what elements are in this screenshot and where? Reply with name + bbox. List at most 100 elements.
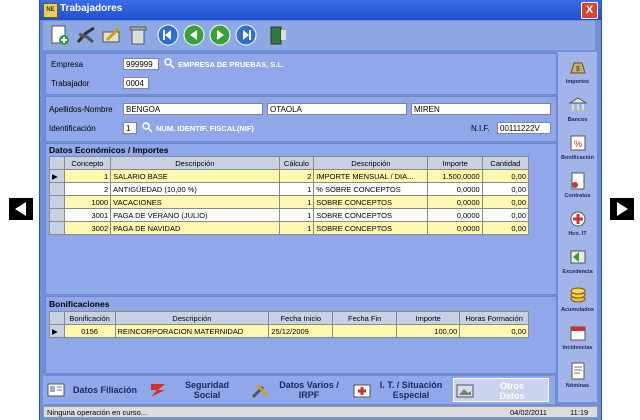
table-cell[interactable]: 0,00 [481, 221, 530, 235]
new-record-icon[interactable] [49, 24, 71, 46]
table-cell[interactable]: 1 [278, 195, 315, 209]
table-row[interactable]: ▶ 0156 REINCORPORACION MATERNIDAD 25/12/… [49, 324, 529, 338]
apellido1-input[interactable]: BENGOA [123, 103, 263, 115]
table-cell[interactable]: 0,00 [481, 195, 530, 209]
tab-it-situacion-especial[interactable]: I. T. / Situación Especial [351, 378, 449, 402]
sidebar-item-acumulados[interactable]: Acumulados [558, 286, 597, 313]
table-cell[interactable]: 1 [278, 208, 315, 222]
table-cell[interactable]: 0,0000 [427, 221, 483, 235]
identificacion-type-input[interactable]: 1 [123, 122, 137, 134]
next-page-arrow[interactable] [610, 198, 634, 220]
search-icon[interactable] [164, 58, 175, 69]
table-row[interactable]: 1000 VACACIONES 1 SOBRE CONCEPTOS 0,0000… [49, 195, 530, 209]
column-header[interactable]: Bonificación [63, 311, 116, 325]
tab-datos-filiacion[interactable]: Datos Filiación [45, 378, 143, 402]
table-cell[interactable]: 2 [278, 169, 315, 183]
nombre-input[interactable]: MIREN [411, 103, 551, 115]
tab-label: Especial [392, 390, 430, 400]
exit-door-icon[interactable] [267, 24, 289, 46]
table-row[interactable]: 2 ANTIGÜEDAD (10,00 %) 1 % SOBRE CONCEPT… [49, 182, 530, 196]
table-row[interactable]: 3001 PAGA DE VERANO (JULIO) 1 SOBRE CONC… [49, 208, 530, 222]
table-cell[interactable]: SOBRE CONCEPTOS [313, 195, 429, 209]
sidebar-item-importes[interactable]: $ Importes [558, 58, 597, 85]
tools-icon [251, 383, 269, 399]
table-cell[interactable]: SALARIO BASE [110, 169, 280, 183]
table-cell[interactable]: IMPORTE MENSUAL / DIA... [313, 169, 429, 183]
first-aid-icon [353, 384, 371, 398]
column-header[interactable]: Fecha Fin [332, 311, 397, 325]
table-cell[interactable] [332, 324, 397, 338]
table-cell[interactable]: 25/12/2009 [268, 324, 334, 338]
tab-datos-varios-irpf[interactable]: Datos Varios / IRPF [249, 378, 347, 402]
table-cell[interactable]: 1 [278, 182, 315, 196]
table-cell[interactable]: VACACIONES [110, 195, 280, 209]
column-header[interactable]: Concepto [63, 156, 112, 170]
empresa-code-input[interactable]: 999999 [123, 58, 159, 70]
table-cell[interactable]: 1 [63, 169, 112, 183]
column-header[interactable]: Horas Formación [459, 311, 529, 325]
sidebar-item-nominas[interactable]: Nóminas [558, 362, 597, 389]
tab-seguridad-social[interactable]: Seguridad Social [147, 378, 245, 402]
table-cell[interactable]: SOBRE CONCEPTOS [313, 221, 429, 235]
column-header[interactable]: Descripción [114, 311, 270, 325]
previous-page-arrow[interactable] [9, 198, 33, 220]
column-header[interactable]: Descripción [110, 156, 280, 170]
next-record-icon[interactable] [209, 24, 231, 46]
sidebar-item-excedencia[interactable]: Excedencia [558, 248, 597, 275]
table-cell[interactable]: SOBRE CONCEPTOS [313, 208, 429, 222]
column-header[interactable]: Cálculo [278, 156, 315, 170]
table-cell[interactable]: REINCORPORACION MATERNIDAD [114, 324, 270, 338]
table-cell[interactable]: PAGA DE NAVIDAD [110, 221, 280, 235]
first-record-icon[interactable] [157, 24, 179, 46]
search-icon[interactable] [142, 122, 153, 133]
nif-input[interactable]: 00111222V [497, 122, 551, 134]
apellido2-input[interactable]: OTAOLA [267, 103, 407, 115]
tab-otros-datos[interactable]: Otros Datos [453, 378, 549, 402]
edit-icon[interactable] [101, 24, 123, 46]
sidebar-item-label: Bancos [567, 117, 588, 123]
column-header[interactable]: Cantidad [481, 156, 530, 170]
current-row-pointer-icon: ▶ [49, 169, 65, 183]
sidebar-item-incidencias[interactable]: Incidencias [558, 324, 597, 351]
sidebar-item-bonificacion[interactable]: % Bonificación [558, 134, 597, 161]
table-cell[interactable]: ANTIGÜEDAD (10,00 %) [110, 182, 280, 196]
status-message: Ninguna operación en curso... [47, 408, 148, 417]
pliers-tool-icon[interactable] [75, 24, 97, 46]
table-cell[interactable]: 0,00 [481, 169, 530, 183]
table-cell[interactable]: 0,0000 [427, 195, 483, 209]
trabajador-code-input[interactable]: 0004 [123, 77, 149, 89]
column-header[interactable]: Importe [395, 311, 461, 325]
last-record-icon[interactable] [235, 24, 257, 46]
sidebar-item-label: Hco. IT [568, 231, 587, 237]
table-cell[interactable]: 0,00 [481, 208, 530, 222]
table-cell[interactable]: 0,0000 [427, 182, 483, 196]
delete-bin-icon[interactable] [127, 24, 149, 46]
column-header[interactable]: Importe [427, 156, 483, 170]
social-security-icon [151, 384, 165, 397]
table-cell[interactable]: 0156 [63, 324, 116, 338]
sidebar-item-bancos[interactable]: Bancos [558, 96, 597, 123]
table-cell[interactable]: PAGA DE VERANO (JULIO) [110, 208, 280, 222]
table-cell[interactable]: % SOBRE CONCEPTOS [313, 182, 429, 196]
table-cell[interactable]: 1 [278, 221, 315, 235]
svg-text:%: % [573, 139, 581, 149]
table-cell[interactable]: 3002 [63, 221, 112, 235]
table-cell[interactable]: 1000 [63, 195, 112, 209]
close-button[interactable]: X [581, 2, 598, 19]
table-cell[interactable]: 3001 [63, 208, 112, 222]
status-bar: Ninguna operación en curso... 04/02/2011… [43, 406, 598, 418]
table-row[interactable]: ▶ 1 SALARIO BASE 2 IMPORTE MENSUAL / DIA… [49, 169, 530, 183]
column-header[interactable]: Fecha Inicio [268, 311, 334, 325]
table-cell[interactable]: 1.500,0000 [427, 169, 483, 183]
tab-label: Datos [499, 391, 525, 401]
table-cell[interactable]: 0,00 [481, 182, 530, 196]
table-cell[interactable]: 2 [63, 182, 112, 196]
sidebar-item-hco-it[interactable]: Hco. IT [558, 210, 597, 237]
previous-record-icon[interactable] [183, 24, 205, 46]
table-row[interactable]: 3002 PAGA DE NAVIDAD 1 SOBRE CONCEPTOS 0… [49, 221, 530, 235]
table-cell[interactable]: 0,00 [459, 324, 529, 338]
sidebar-item-contratos[interactable]: Contratos [558, 172, 597, 199]
table-cell[interactable]: 0,0000 [427, 208, 483, 222]
column-header[interactable]: Descripción [313, 156, 429, 170]
table-cell[interactable]: 100,00 [395, 324, 461, 338]
